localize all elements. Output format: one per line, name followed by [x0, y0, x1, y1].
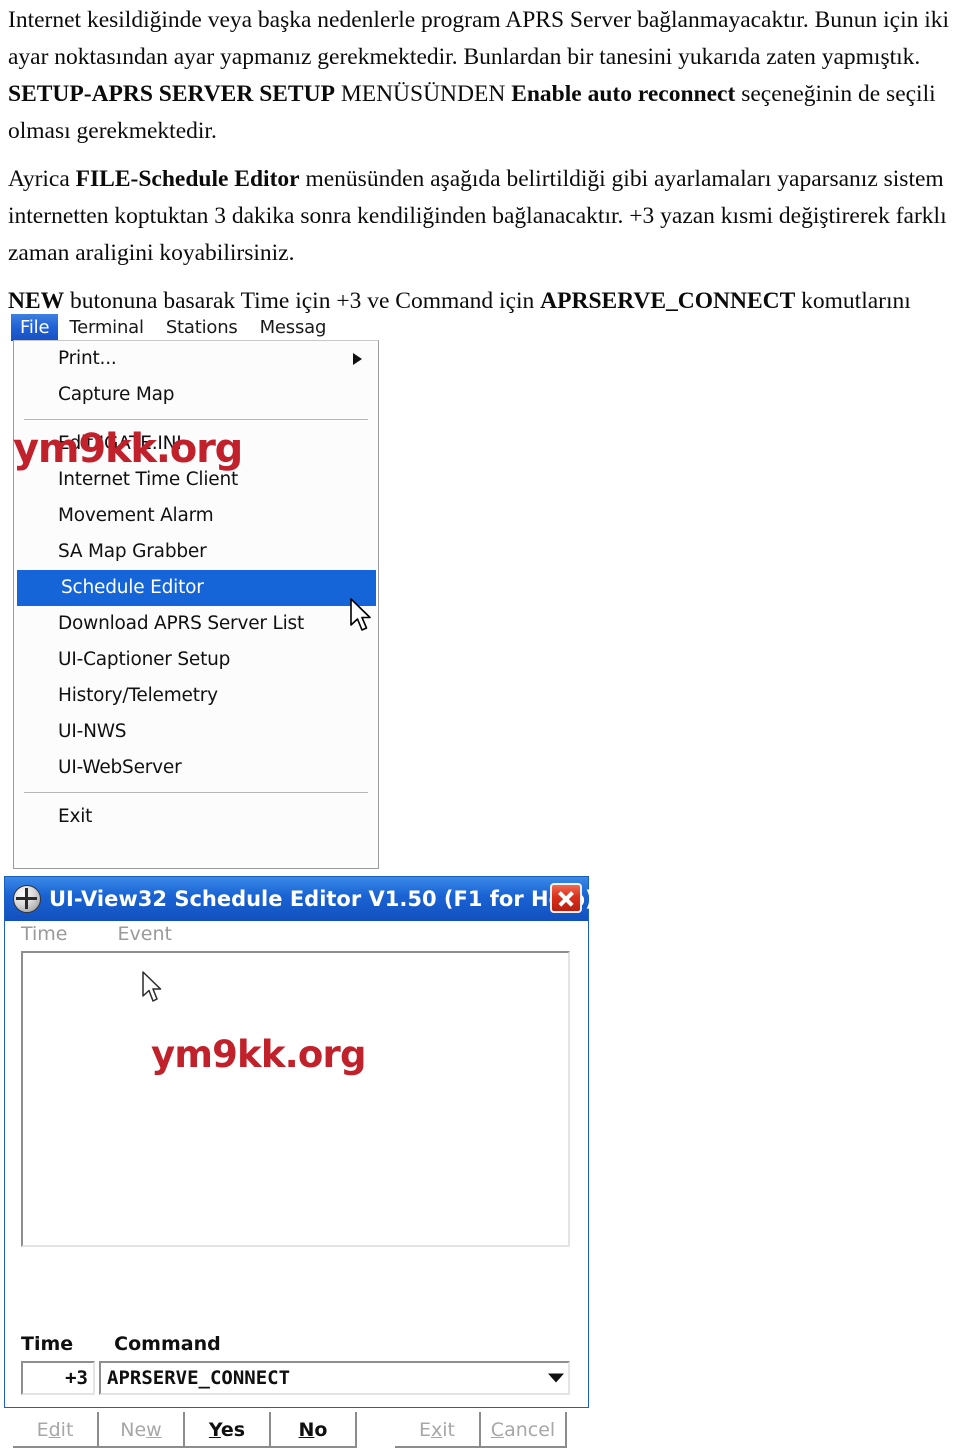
new-button: New: [99, 1412, 185, 1448]
emphasized-text: Enable auto reconnect: [511, 81, 736, 107]
event-list-box[interactable]: ym9kk.org: [21, 951, 570, 1247]
menu-item-label: SA Map Grabber: [58, 541, 207, 562]
no-button[interactable]: No: [271, 1412, 357, 1448]
list-header-event: Event: [117, 923, 172, 945]
menubar-item-stations[interactable]: Stations: [155, 315, 249, 340]
menu-item-ui-nws[interactable]: UI-NWS: [14, 714, 378, 750]
dialog-button-row: Edit New Yes No Exit Cancel: [13, 1409, 583, 1451]
body-text: Ayrica: [8, 166, 76, 192]
document-body: Internet kesildiğinde veya başka nedenle…: [8, 2, 952, 361]
menu-item-print[interactable]: Print...: [14, 341, 378, 377]
menu-item-edit-igate-ini[interactable]: Edit IGATE.INI: [14, 426, 378, 462]
menu-item-label: Print...: [58, 348, 117, 369]
menu-item-label: Edit IGATE.INI: [58, 433, 182, 454]
menu-item-label: Schedule Editor: [61, 577, 204, 598]
emphasized-text: APRSERVE_CONNECT: [540, 288, 796, 314]
emphasized-text: SETUP-APRS SERVER SETUP: [8, 81, 335, 107]
watermark-text-dialog: ym9kk.org: [151, 1033, 366, 1076]
entry-header-time: Time: [21, 1333, 74, 1355]
command-combobox[interactable]: APRSERVE_CONNECT: [99, 1361, 570, 1395]
dialog-titlebar[interactable]: UI-View32 Schedule Editor V1.50 (F1 for …: [5, 877, 595, 921]
menu-item-label: History/Telemetry: [58, 685, 218, 706]
body-text: butonuna basarak Time için +3 ve Command…: [64, 288, 541, 314]
mouse-cursor-icon: [142, 971, 162, 1002]
emphasized-text: FILE-Schedule Editor: [75, 166, 300, 192]
menubar-item-file[interactable]: File: [11, 313, 59, 341]
menu-item-capture-map[interactable]: Capture Map: [14, 377, 378, 413]
close-icon[interactable]: [550, 883, 582, 913]
menu-item-schedule-editor[interactable]: Schedule Editor: [17, 570, 376, 606]
entry-header-command: Command: [114, 1333, 221, 1355]
menu-item-movement-alarm[interactable]: Movement Alarm: [14, 498, 378, 534]
file-dropdown-menu[interactable]: Print... Capture Map Edit IGATE.INI Interne…: [13, 340, 379, 869]
menu-item-label: UI-WebServer: [58, 757, 182, 778]
globe-icon: [13, 885, 41, 913]
emphasized-text: NEW: [8, 288, 65, 314]
body-text: Internet kesildiğinde veya başka nedenle…: [8, 7, 950, 70]
menu-item-ui-webserver[interactable]: UI-WebServer: [14, 750, 378, 786]
paragraph: Internet kesildiğinde veya başka nedenle…: [8, 2, 952, 150]
event-list-headers: Time Event: [21, 923, 172, 945]
dialog-title: UI-View32 Schedule Editor V1.50 (F1 for …: [49, 887, 595, 911]
time-input[interactable]: +3: [21, 1361, 95, 1395]
menu-item-label: Internet Time Client: [58, 469, 239, 490]
dialog-body: Time Event ym9kk.org Time Command +3 APRSE…: [5, 921, 588, 1448]
menu-separator: [24, 792, 368, 793]
list-header-time: Time: [21, 923, 68, 945]
menu-item-label: Movement Alarm: [58, 505, 214, 526]
menu-item-sa-map-grabber[interactable]: SA Map Grabber: [14, 534, 378, 570]
menu-separator: [24, 419, 368, 420]
menu-item-download-aprs-server-list[interactable]: Download APRS Server List: [14, 606, 378, 642]
entry-field-headers: Time Command: [21, 1333, 221, 1355]
menubar-item-messag[interactable]: Messag: [249, 315, 338, 340]
command-value: APRSERVE_CONNECT: [107, 1367, 291, 1389]
mouse-cursor-icon: [350, 598, 371, 631]
exit-button: Exit: [395, 1412, 481, 1448]
schedule-editor-dialog: UI-View32 Schedule Editor V1.50 (F1 for …: [4, 876, 595, 1448]
uiview32-menu-screenshot: File Terminal Stations Messag Print... Captu…: [9, 313, 379, 869]
menu-item-label: UI-Captioner Setup: [58, 649, 231, 670]
menu-item-internet-time-client[interactable]: Internet Time Client: [14, 462, 378, 498]
menu-item-history-telemetry[interactable]: History/Telemetry: [14, 678, 378, 714]
menu-item-label: Capture Map: [58, 384, 175, 405]
yes-button[interactable]: Yes: [185, 1412, 271, 1448]
menu-bar[interactable]: File Terminal Stations Messag: [9, 313, 379, 341]
body-text: MENÜSÜNDEN: [334, 81, 512, 107]
menu-item-label: Exit: [58, 806, 93, 827]
paragraph: Ayrica FILE-Schedule Editor menüsünden a…: [8, 161, 952, 272]
menu-item-ui-captioner-setup[interactable]: UI-Captioner Setup: [14, 642, 378, 678]
menu-item-label: UI-NWS: [58, 721, 127, 742]
menu-item-exit[interactable]: Exit: [14, 799, 378, 835]
menubar-item-terminal[interactable]: Terminal: [58, 315, 154, 340]
menu-item-label: Download APRS Server List: [58, 613, 305, 634]
edit-button: Edit: [13, 1412, 99, 1448]
chevron-down-icon[interactable]: [548, 1373, 564, 1383]
chevron-right-icon: [353, 353, 362, 365]
cancel-button: Cancel: [481, 1412, 567, 1448]
